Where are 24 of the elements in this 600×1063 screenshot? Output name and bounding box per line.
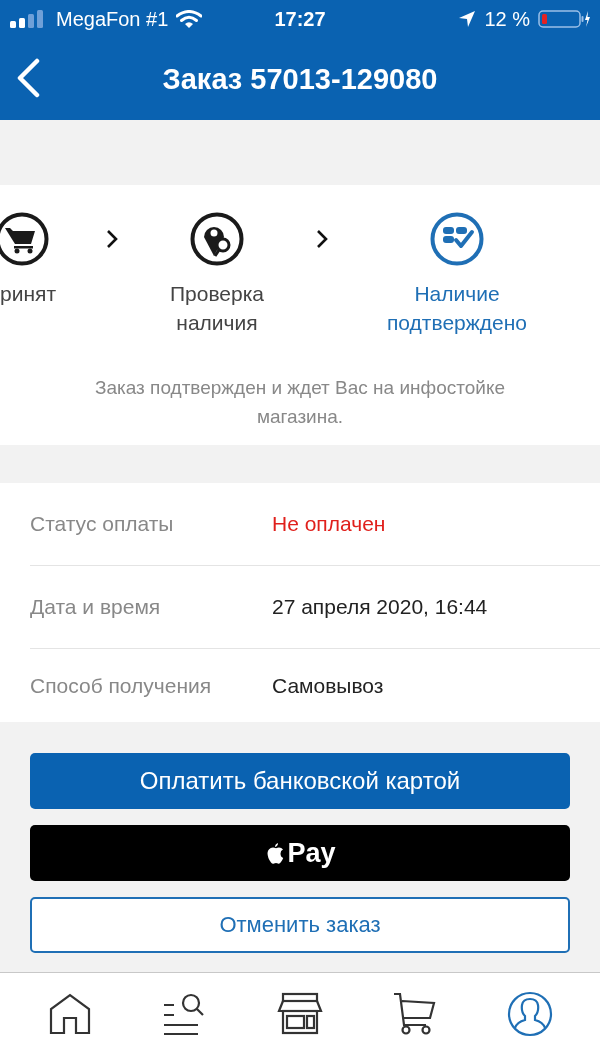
detail-label: Способ получения bbox=[30, 673, 213, 698]
detail-value: Самовывоз bbox=[272, 673, 384, 698]
order-status-message: Заказ подтвержден и ждет Вас на инфостойке магазина. bbox=[94, 376, 506, 429]
detail-label: Статус оплаты bbox=[30, 512, 175, 536]
store-tab[interactable] bbox=[276, 991, 323, 1037]
cancel-order-button[interactable]: Отменить заказ bbox=[30, 897, 570, 953]
step-label: Наличие подтверждено bbox=[386, 281, 528, 336]
detail-label: Дата и время bbox=[30, 595, 162, 619]
clock-time: 17:27 bbox=[274, 7, 326, 31]
battery-icon bbox=[538, 9, 590, 29]
detail-value: Не оплачен bbox=[272, 512, 386, 536]
wifi-icon bbox=[176, 9, 203, 29]
chevron-icon bbox=[105, 228, 119, 250]
profile-tab[interactable] bbox=[507, 991, 554, 1037]
window-title: Заказ 57013-129080 bbox=[162, 62, 438, 96]
step-label: Проверка наличия bbox=[168, 281, 266, 336]
location-icon bbox=[458, 10, 477, 28]
step-label: ринят bbox=[0, 281, 56, 307]
carrier-name: MegaFon #1 bbox=[56, 7, 169, 31]
pay-card-button[interactable]: Оплатить банковской картой bbox=[30, 753, 570, 809]
detail-value: 27 апреля 2020, 16:44 bbox=[272, 595, 488, 619]
chevron-icon bbox=[315, 228, 329, 250]
apple-pay-button[interactable]: Pay bbox=[30, 825, 570, 881]
battery-percent: 12 % bbox=[484, 7, 530, 31]
